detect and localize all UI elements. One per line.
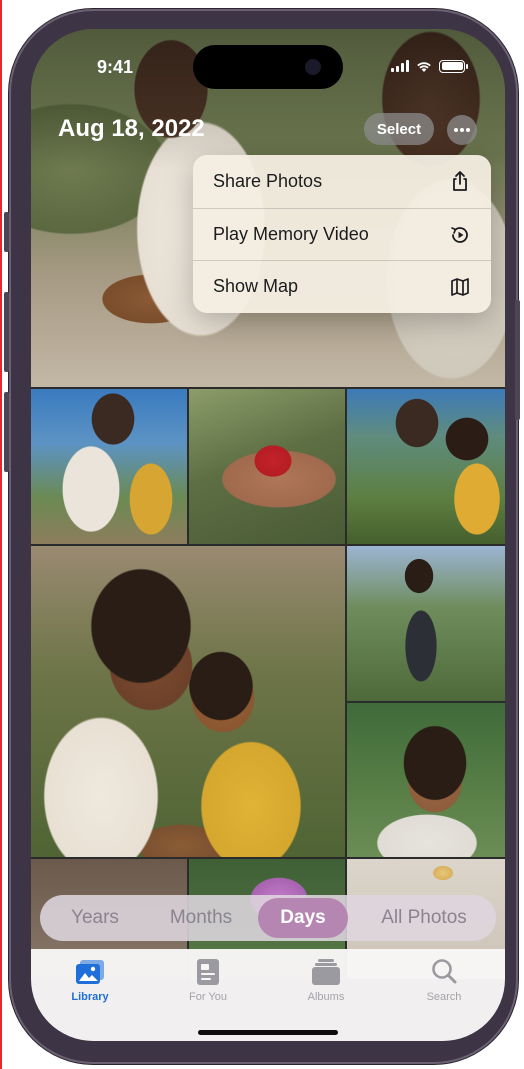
tab-label: Albums <box>307 991 345 1003</box>
photo-thumbnail[interactable] <box>347 389 505 544</box>
wifi-icon <box>417 62 431 72</box>
library-icon <box>76 960 104 984</box>
segment-all-photos[interactable]: All Photos <box>362 895 486 941</box>
tab-search[interactable]: Search <box>399 957 489 1017</box>
mute-switch <box>4 212 9 252</box>
menu-item-play-memory-video[interactable]: Play Memory Video <box>193 207 491 261</box>
camera-icon <box>305 59 321 75</box>
share-icon <box>453 171 467 191</box>
tab-albums[interactable]: Albums <box>281 957 371 1017</box>
volume-down-button <box>4 392 9 472</box>
more-options-button[interactable] <box>447 115 477 145</box>
power-button <box>515 300 520 420</box>
search-icon <box>432 959 457 984</box>
play-memory-icon <box>451 226 468 243</box>
tab-label: Search <box>426 991 462 1003</box>
tab-for-you[interactable]: For You <box>163 957 253 1017</box>
segment-months[interactable]: Months <box>150 895 252 941</box>
segment-days[interactable]: Days <box>258 898 348 938</box>
status-icons <box>391 59 468 73</box>
date-title: Aug 18, 2022 <box>58 115 205 142</box>
map-icon <box>451 278 469 297</box>
tab-bar: Library For You Albums Search <box>31 949 505 1041</box>
photo-thumbnail-large[interactable] <box>31 546 345 857</box>
menu-item-label: Play Memory Video <box>213 223 369 244</box>
photo-thumbnail[interactable] <box>189 389 345 544</box>
menu-item-share-photos[interactable]: Share Photos <box>193 155 491 208</box>
menu-item-label: Show Map <box>213 276 299 297</box>
status-time: 9:41 <box>97 57 134 77</box>
context-menu: Share Photos Play Memory Video Show Map <box>193 155 491 313</box>
select-button[interactable]: Select <box>364 113 434 145</box>
ellipsis-icon <box>454 128 470 132</box>
tab-label: For You <box>189 991 227 1003</box>
tab-library[interactable]: Library <box>45 957 135 1017</box>
menu-item-show-map[interactable]: Show Map <box>193 260 491 313</box>
albums-icon <box>312 959 340 985</box>
cellular-signal-icon <box>391 60 409 72</box>
battery-icon <box>439 59 468 73</box>
photo-thumbnail[interactable] <box>31 389 187 544</box>
for-you-icon <box>197 959 219 985</box>
photo-thumbnail[interactable] <box>347 546 505 701</box>
library-view-segmented-control: Years Months Days All Photos <box>40 895 496 941</box>
dynamic-island <box>193 45 343 89</box>
photo-thumbnail[interactable] <box>347 703 505 857</box>
tab-label: Library <box>71 991 109 1003</box>
left-edge-line <box>0 0 2 1069</box>
phone-screen: 9:41 Aug 18, 2022 Select Share Photos Pl… <box>31 29 505 1041</box>
menu-item-label: Share Photos <box>213 170 323 191</box>
volume-up-button <box>4 292 9 372</box>
segment-years[interactable]: Years <box>54 895 136 941</box>
home-indicator[interactable] <box>198 1030 338 1035</box>
